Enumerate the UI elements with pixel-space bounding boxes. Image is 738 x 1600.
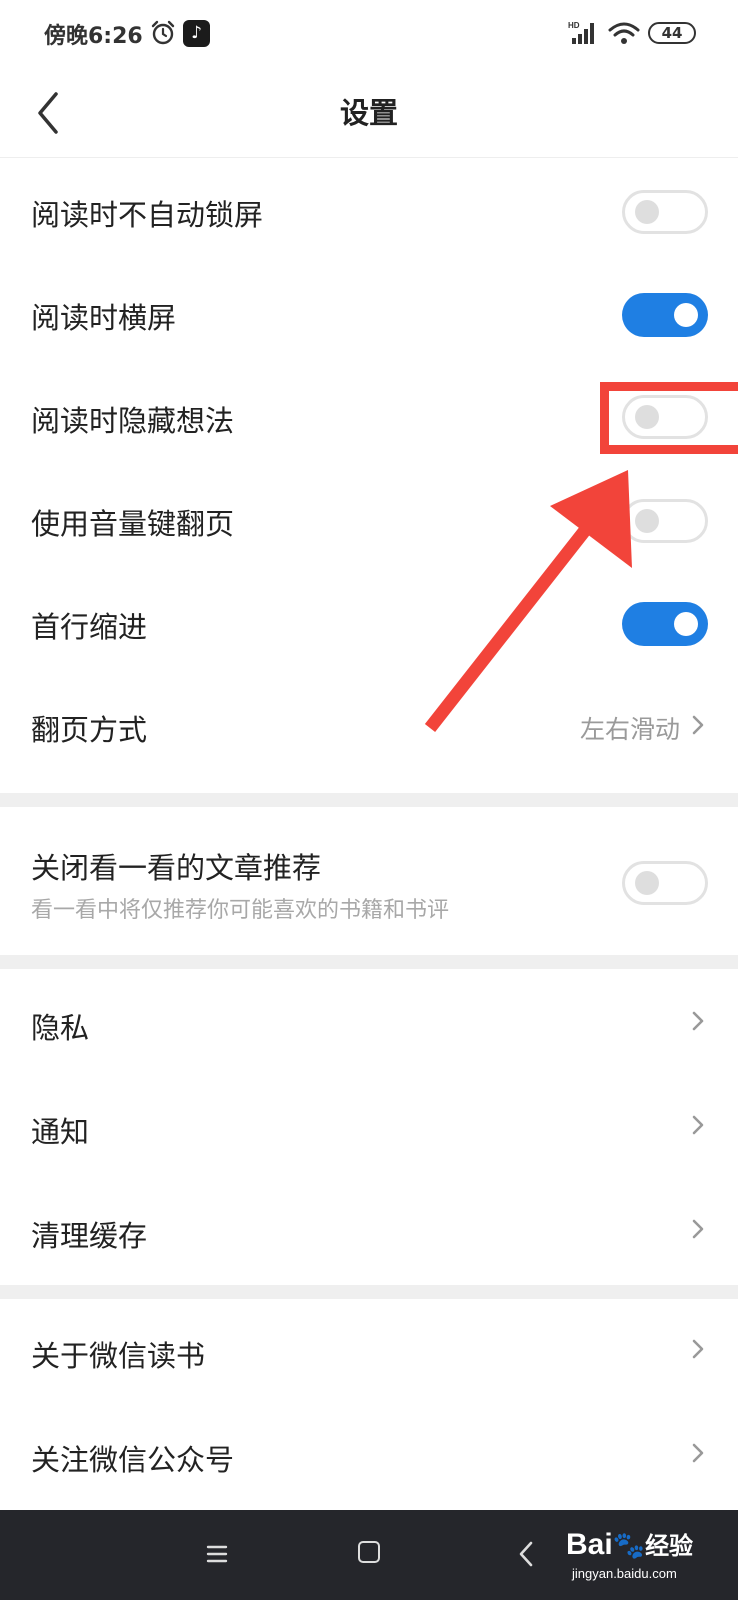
menu-row-clear-cache[interactable]: 清理缓存 [0,1179,738,1285]
header: 设置 [0,68,738,158]
toggle-switch-off[interactable] [622,190,708,234]
status-bar: 傍晚6:26 ♪ HD 44 [0,0,738,68]
section-divider [0,793,738,807]
menu-label: 通知 [31,1115,90,1149]
menu-label: 清理缓存 [31,1219,148,1253]
setting-label: 使用音量键翻页 [31,507,235,541]
hd-signal-icon: HD [568,21,594,44]
menu-icon[interactable] [206,1543,228,1565]
baidu-jingyan-watermark: Bai🐾经验 jingyan.baidu.com [566,1524,734,1584]
menu-row-follow-account[interactable]: 关注微信公众号 [0,1405,738,1510]
annotation-highlight-box [600,382,738,454]
menu-row-privacy[interactable]: 隐私 [0,969,738,1074]
hd-label: HD [568,21,580,30]
setting-sub-label: 看一看中将仅推荐你可能喜欢的书籍和书评 [31,898,450,923]
chevron-right-icon [692,1219,704,1239]
section-divider [0,1285,738,1299]
home-square-icon[interactable] [358,1541,380,1563]
toggle-knob [635,871,659,895]
tiktok-icon: ♪ [183,20,210,47]
setting-label: 关闭看一看的文章推荐 [31,851,322,885]
toggle-switch-off[interactable] [622,861,708,905]
watermark-url: jingyan.baidu.com [572,1566,677,1581]
setting-row-recommendation[interactable]: 关闭看一看的文章推荐 看一看中将仅推荐你可能喜欢的书籍和书评 [0,807,738,955]
alarm-clock-icon [151,20,175,45]
back-icon[interactable] [518,1540,534,1568]
setting-label: 阅读时横屏 [31,301,177,335]
chevron-right-icon [692,715,704,735]
setting-label: 翻页方式 [31,713,148,747]
status-time: 傍晚6:26 [44,24,143,49]
setting-row-landscape[interactable]: 阅读时横屏 [0,263,738,368]
wifi-icon [608,22,640,44]
menu-row-notifications[interactable]: 通知 [0,1074,738,1179]
battery-indicator: 44 [648,22,696,44]
system-nav-bar: Bai🐾经验 jingyan.baidu.com [0,1510,738,1600]
toggle-knob [674,612,698,636]
menu-label: 关注微信公众号 [31,1443,235,1477]
toggle-switch-on[interactable] [622,293,708,337]
setting-label: 阅读时不自动锁屏 [31,198,264,232]
chevron-right-icon [692,1115,704,1135]
chevron-right-icon [692,1443,704,1463]
setting-label: 首行缩进 [31,610,148,644]
setting-row-no-auto-lock[interactable]: 阅读时不自动锁屏 [0,158,738,263]
page-title: 设置 [339,96,398,130]
menu-row-about[interactable]: 关于微信读书 [0,1299,738,1405]
watermark-brand: Bai🐾经验 [566,1528,694,1561]
toggle-knob [635,200,659,224]
setting-label: 阅读时隐藏想法 [31,404,235,438]
chevron-right-icon [692,1339,704,1359]
menu-label: 隐私 [31,1011,90,1045]
section-divider [0,955,738,969]
annotation-arrow [424,470,632,733]
toggle-knob [674,303,698,327]
menu-label: 关于微信读书 [31,1339,206,1373]
chevron-right-icon [692,1011,704,1031]
